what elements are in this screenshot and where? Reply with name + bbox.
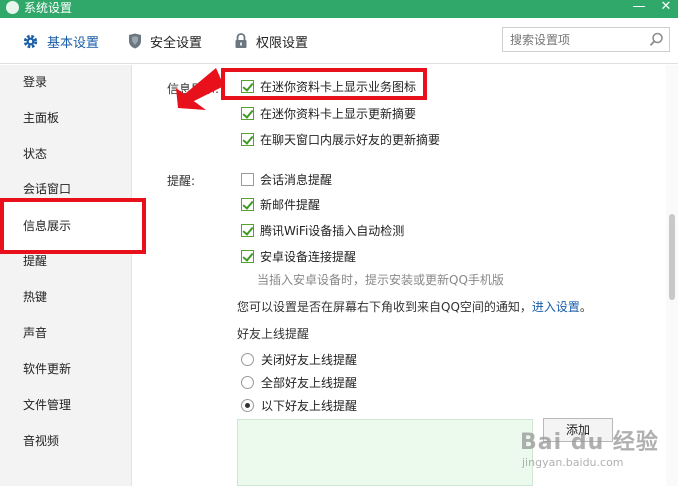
checkbox[interactable] bbox=[241, 132, 254, 146]
checkbox[interactable] bbox=[241, 249, 254, 263]
radio-label: 全部好友上线提醒 bbox=[261, 375, 358, 390]
minimize-button[interactable]: — bbox=[628, 0, 650, 18]
sidebar-item-sound[interactable]: 声音 bbox=[0, 321, 132, 345]
friend-list-box[interactable] bbox=[237, 419, 533, 486]
checkbox-label: 在迷你资料卡上显示更新摘要 bbox=[260, 106, 417, 121]
tab-security-settings[interactable]: 安全设置 bbox=[128, 30, 202, 52]
settings-content: 信息展示: 在迷你资料卡上显示业务图标 在迷你资料卡上显示更新摘要 在聊天窗口内… bbox=[133, 65, 666, 486]
tab-label: 基本设置 bbox=[47, 35, 100, 51]
radio-label: 以下好友上线提醒 bbox=[261, 398, 358, 413]
android-hint-text: 当插入安卓设备时，提示安装或更新QQ手机版 bbox=[257, 273, 504, 287]
sidebar-item-file-management[interactable]: 文件管理 bbox=[0, 393, 132, 417]
radio-row[interactable]: 全部好友上线提醒 bbox=[241, 373, 357, 391]
close-button[interactable]: ✕ bbox=[655, 0, 677, 18]
qq-logo-icon bbox=[6, 1, 19, 14]
lock-icon bbox=[235, 33, 247, 48]
qzone-notice-end: 。 bbox=[579, 300, 592, 314]
tab-permission-settings[interactable]: 权限设置 bbox=[234, 30, 308, 52]
sidebar: 登录 主面板 状态 会话窗口 信息展示 提醒 热键 声音 软件更新 文件管理 音… bbox=[0, 65, 132, 486]
search-input[interactable] bbox=[503, 28, 643, 51]
checkbox[interactable] bbox=[241, 223, 254, 237]
highlight-box-sidebar bbox=[0, 198, 146, 254]
reminders-label: 提醒: bbox=[167, 174, 196, 188]
search-icon[interactable] bbox=[649, 32, 664, 47]
sidebar-item-login[interactable]: 登录 bbox=[0, 70, 132, 94]
sidebar-item-audio-video[interactable]: 音视频 bbox=[0, 429, 132, 453]
title-bar: 系统设置 — ✕ bbox=[0, 0, 678, 18]
sidebar-item-main-panel[interactable]: 主面板 bbox=[0, 106, 132, 130]
checkbox[interactable] bbox=[241, 172, 254, 186]
checkbox-label: 新邮件提醒 bbox=[260, 197, 321, 212]
enter-settings-link[interactable]: 进入设置 bbox=[532, 300, 580, 314]
checkbox-row[interactable]: 腾讯WiFi设备插入自动检测 bbox=[241, 221, 404, 239]
tab-label: 安全设置 bbox=[150, 35, 203, 51]
radio-row[interactable]: 以下好友上线提醒 bbox=[241, 396, 357, 414]
radio-label: 关闭好友上线提醒 bbox=[261, 352, 358, 367]
sidebar-item-status[interactable]: 状态 bbox=[0, 142, 132, 166]
checkbox-row[interactable]: 在迷你资料卡上显示更新摘要 bbox=[241, 104, 416, 122]
watermark-main: Bai du 经验 bbox=[520, 430, 659, 455]
checkbox[interactable] bbox=[241, 197, 254, 211]
checkbox-label: 安卓设备连接提醒 bbox=[260, 249, 357, 264]
radio-button[interactable] bbox=[241, 398, 254, 412]
checkbox-label: 会话消息提醒 bbox=[260, 172, 333, 187]
friend-online-title: 好友上线提醒 bbox=[237, 327, 310, 341]
shield-icon bbox=[129, 33, 141, 49]
radio-button[interactable] bbox=[241, 352, 254, 366]
qzone-notice-text: 您可以设置是否在屏幕右下角收到来自QQ空间的通知， bbox=[237, 300, 532, 314]
tab-label: 权限设置 bbox=[256, 35, 309, 51]
highlight-box-option bbox=[221, 68, 427, 100]
checkbox-row[interactable]: 安卓设备连接提醒 bbox=[241, 247, 356, 265]
tab-basic-settings[interactable]: 基本设置 bbox=[22, 30, 99, 52]
watermark: Bai du 经验 jingyan.baidu.com bbox=[520, 424, 659, 469]
checkbox-row[interactable]: 在聊天窗口内展示好友的更新摘要 bbox=[241, 130, 440, 148]
checkbox-row[interactable]: 新邮件提醒 bbox=[241, 195, 320, 213]
search-box[interactable] bbox=[502, 27, 670, 52]
checkbox[interactable] bbox=[241, 106, 254, 120]
gear-icon bbox=[23, 34, 38, 48]
checkbox-label: 在聊天窗口内展示好友的更新摘要 bbox=[260, 132, 441, 147]
qzone-notice: 您可以设置是否在屏幕右下角收到来自QQ空间的通知，进入设置。 bbox=[237, 298, 592, 315]
watermark-sub: jingyan.baidu.com bbox=[522, 456, 624, 469]
checkbox-row[interactable]: 会话消息提醒 bbox=[241, 170, 332, 188]
scrollbar-thumb[interactable] bbox=[669, 214, 675, 300]
red-arrow-icon bbox=[176, 68, 224, 110]
sidebar-item-hotkeys[interactable]: 热键 bbox=[0, 285, 132, 309]
sidebar-item-software-update[interactable]: 软件更新 bbox=[0, 357, 132, 381]
checkbox-label: 腾讯WiFi设备插入自动检测 bbox=[260, 223, 405, 238]
radio-row[interactable]: 关闭好友上线提醒 bbox=[241, 350, 357, 368]
window-title: 系统设置 bbox=[24, 1, 73, 15]
radio-button[interactable] bbox=[241, 375, 254, 389]
